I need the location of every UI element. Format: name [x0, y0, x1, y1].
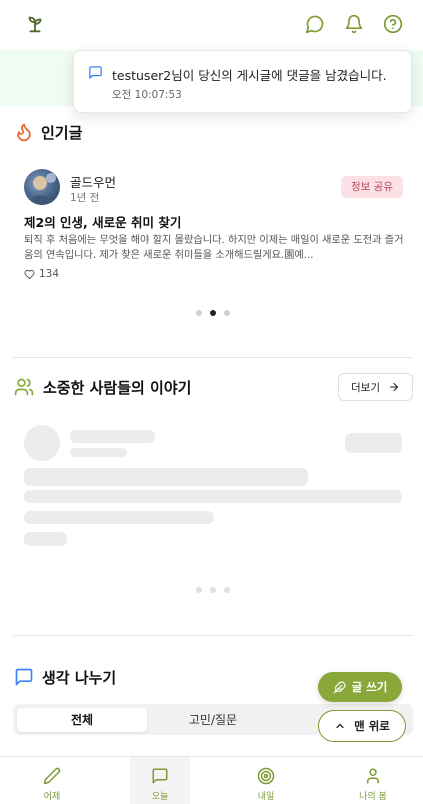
post-author[interactable]: 골드우먼 — [70, 172, 116, 191]
nav-label: 오늘 — [151, 792, 169, 802]
post-time: 1년 전 — [70, 192, 100, 204]
more-button[interactable]: 더보기 — [338, 373, 413, 401]
stories-carousel-dots — [196, 587, 230, 593]
popular-carousel-dots — [196, 310, 230, 316]
like-count-value: 134 — [39, 268, 60, 280]
like-count[interactable]: 134 — [24, 268, 59, 280]
nav-label: 내일 — [257, 792, 275, 802]
skeleton-tag — [345, 433, 402, 453]
post-excerpt[interactable]: 퇴직 후 처음에는 무엇을 해야 할지 몰랐습니다. 하지만 이제는 매일이 새… — [24, 233, 404, 263]
write-post-label: 글 쓰기 — [351, 680, 388, 694]
carousel-dot[interactable] — [224, 310, 230, 316]
carousel-dot-active[interactable] — [210, 310, 216, 316]
target-icon — [257, 767, 275, 785]
notification-message: testuser2님이 당신의 게시글에 댓글을 남겼습니다. — [112, 68, 387, 83]
popular-section-title: 인기글 — [41, 124, 83, 142]
app-header — [0, 0, 423, 50]
write-post-button[interactable]: 글 쓰기 — [318, 672, 402, 702]
users-icon — [14, 378, 34, 396]
author-avatar[interactable] — [24, 169, 60, 205]
bell-icon[interactable] — [344, 14, 364, 34]
skeleton-line — [24, 490, 402, 503]
carousel-dot[interactable] — [210, 587, 216, 593]
message-icon[interactable] — [305, 14, 325, 34]
skeleton-line — [24, 468, 308, 486]
avatar-photo — [29, 173, 56, 205]
section-divider — [13, 635, 413, 636]
section-divider — [13, 357, 413, 358]
chevron-up-icon — [336, 723, 344, 729]
bottom-navigation: 어제 오늘 내일 나의 봄 — [0, 756, 423, 804]
skeleton-line — [24, 532, 67, 546]
skeleton-line — [24, 511, 214, 524]
skeleton-avatar — [24, 425, 60, 461]
comment-icon — [89, 66, 102, 79]
thoughts-section-title: 생각 나누기 — [42, 669, 117, 687]
feather-pen-icon — [333, 681, 346, 693]
carousel-dot[interactable] — [196, 587, 202, 593]
nav-item-my-spring[interactable]: 나의 봄 — [343, 757, 403, 804]
help-circle-icon[interactable] — [383, 14, 403, 34]
flame-icon — [17, 123, 31, 142]
stories-section-title: 소중한 사람들의 이야기 — [43, 379, 192, 397]
post-title[interactable]: 제2의 인생, 새로운 취미 찾기 — [24, 212, 181, 231]
message-square-icon — [15, 668, 33, 686]
sprout-logo-icon[interactable] — [24, 13, 46, 35]
user-icon — [367, 768, 379, 784]
notification-time: 오전 10:07:53 — [112, 89, 182, 101]
carousel-dot[interactable] — [224, 587, 230, 593]
chat-icon — [152, 768, 168, 784]
arrow-right-icon — [389, 382, 399, 392]
tab-all[interactable]: 전체 — [17, 708, 147, 732]
heart-icon — [24, 269, 35, 279]
nav-label: 어제 — [43, 792, 61, 802]
nav-item-tomorrow[interactable]: 내일 — [236, 757, 296, 804]
notification-toast[interactable]: testuser2님이 당신의 게시글에 댓글을 남겼습니다. 오전 10:07… — [73, 50, 412, 113]
nav-item-yesterday[interactable]: 어제 — [22, 757, 82, 804]
scroll-to-top-label: 맨 위로 — [354, 719, 390, 733]
scroll-to-top-button[interactable]: 맨 위로 — [318, 710, 406, 742]
category-tag[interactable]: 정보 공유 — [341, 176, 403, 198]
carousel-dot[interactable] — [196, 310, 202, 316]
skeleton-line — [70, 430, 155, 443]
nav-label: 나의 봄 — [359, 792, 387, 802]
pencil-icon — [43, 767, 61, 785]
nav-item-today[interactable]: 오늘 — [130, 757, 190, 804]
tab-questions[interactable]: 고민/질문 — [148, 708, 278, 732]
skeleton-line — [70, 448, 127, 457]
more-button-label: 더보기 — [351, 381, 380, 394]
